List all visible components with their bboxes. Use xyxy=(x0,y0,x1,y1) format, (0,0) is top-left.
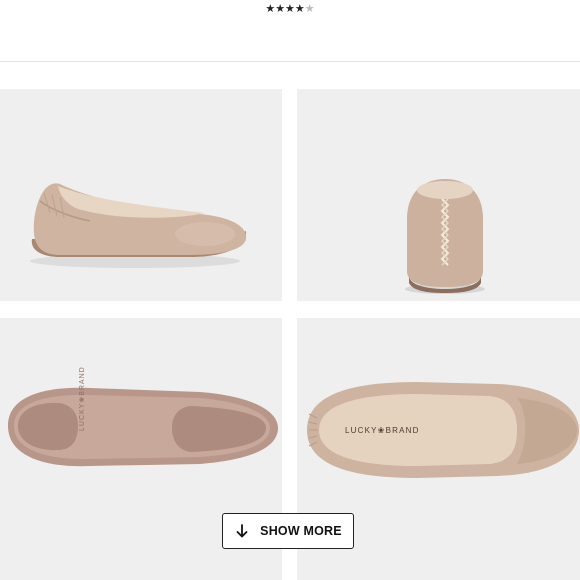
product-image-side[interactable] xyxy=(0,89,282,301)
show-more-label: SHOW MORE xyxy=(260,524,342,538)
product-page: ★★★★★ LUCKY❀BRAND LUCKY❀BRAND SHOW MORE xyxy=(0,0,580,580)
shoe-side-icon xyxy=(30,183,247,268)
arrow-down-icon xyxy=(236,524,248,538)
shoe-back-icon xyxy=(405,179,485,294)
rating-row: ★★★★★ xyxy=(0,0,580,16)
show-more-button[interactable]: SHOW MORE xyxy=(222,513,354,549)
section-divider xyxy=(0,61,580,62)
stars-full: ★★★★ xyxy=(265,1,305,15)
insole-brand-text: LUCKY❀BRAND xyxy=(345,426,420,435)
rating-stars[interactable]: ★★★★★ xyxy=(265,3,314,14)
sole-brand-text: LUCKY❀BRAND xyxy=(79,366,86,431)
product-image-back[interactable] xyxy=(297,89,580,301)
stars-partial: ★ xyxy=(304,1,315,15)
